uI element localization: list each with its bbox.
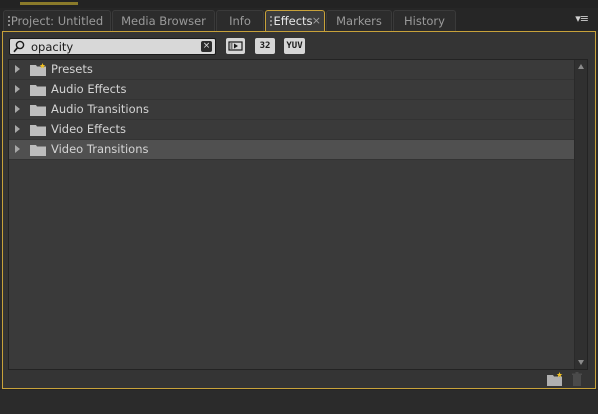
accelerated-effects-icon <box>228 41 243 51</box>
panel-footer-icons <box>547 372 587 386</box>
preset-folder-icon <box>30 63 46 76</box>
scroll-up-icon[interactable] <box>578 64 584 69</box>
workspace-indicator <box>20 2 78 5</box>
tree-item-label: Presets <box>51 62 93 76</box>
clear-search-icon[interactable]: × <box>201 41 212 52</box>
search-input-value[interactable]: opacity <box>31 40 73 54</box>
vertical-scrollbar[interactable] <box>574 60 587 369</box>
tree-item-label: Video Transitions <box>51 142 149 156</box>
tab-label: Project: Untitled <box>10 14 104 28</box>
effects-tree: Presets Audio Effects Audio Transitions … <box>8 59 588 370</box>
tab-label: Markers <box>336 14 382 28</box>
yuv-effects-button[interactable]: YUV <box>284 38 305 54</box>
32-bit-label: 32 <box>259 41 271 51</box>
expand-arrow-icon[interactable] <box>15 85 20 93</box>
tree-item-audio-effects[interactable]: Audio Effects <box>9 80 575 100</box>
accelerated-effects-button[interactable] <box>226 38 245 54</box>
tab-label: Info <box>229 14 251 28</box>
folder-icon <box>30 105 46 116</box>
tab-grip-icon[interactable] <box>270 16 272 28</box>
expand-arrow-icon[interactable] <box>15 65 20 73</box>
tree-item-video-effects[interactable]: Video Effects <box>9 120 575 140</box>
tab-project[interactable]: Project: Untitled <box>3 10 111 31</box>
yuv-label: YUV <box>286 41 303 51</box>
expand-arrow-icon[interactable] <box>15 105 20 113</box>
tab-markers[interactable]: Markers <box>326 10 392 31</box>
tab-label: Media Browser <box>121 14 206 28</box>
32-bit-effects-button[interactable]: 32 <box>255 38 275 54</box>
folder-icon <box>30 85 46 96</box>
expand-arrow-icon[interactable] <box>15 145 20 153</box>
tab-info[interactable]: Info <box>216 10 264 31</box>
tree-item-presets[interactable]: Presets <box>9 60 575 80</box>
panel-menu-icon[interactable]: ▾≡ <box>575 12 589 25</box>
tab-effects[interactable]: Effects × <box>265 10 325 33</box>
tree-item-label: Video Effects <box>51 122 126 136</box>
effects-panel: opacity × 32 YUV Presets Audio Effects A… <box>2 31 596 389</box>
tab-label: Effects <box>273 14 313 28</box>
tree-item-label: Audio Transitions <box>51 102 149 116</box>
tab-label: History <box>404 14 445 28</box>
tab-grip-icon[interactable] <box>8 16 10 28</box>
tab-media-browser[interactable]: Media Browser <box>112 10 215 31</box>
folder-icon <box>30 125 46 136</box>
delete-icon[interactable] <box>569 372 585 386</box>
new-custom-bin-icon[interactable] <box>547 372 563 386</box>
tree-item-audio-transitions[interactable]: Audio Transitions <box>9 100 575 120</box>
folder-icon <box>30 145 46 156</box>
tree-item-label: Audio Effects <box>51 82 127 96</box>
tree-item-video-transitions[interactable]: Video Transitions <box>9 140 575 160</box>
panel-tab-bar: Project: Untitled Media Browser Info Eff… <box>0 8 598 33</box>
tab-history[interactable]: History <box>393 10 456 31</box>
scroll-down-icon[interactable] <box>578 360 584 365</box>
effects-search-field[interactable]: opacity × <box>9 38 216 55</box>
close-tab-icon[interactable]: × <box>312 11 321 31</box>
search-icon <box>13 40 25 53</box>
expand-arrow-icon[interactable] <box>15 125 20 133</box>
status-bar <box>0 389 598 414</box>
window-top-strip <box>0 0 598 8</box>
